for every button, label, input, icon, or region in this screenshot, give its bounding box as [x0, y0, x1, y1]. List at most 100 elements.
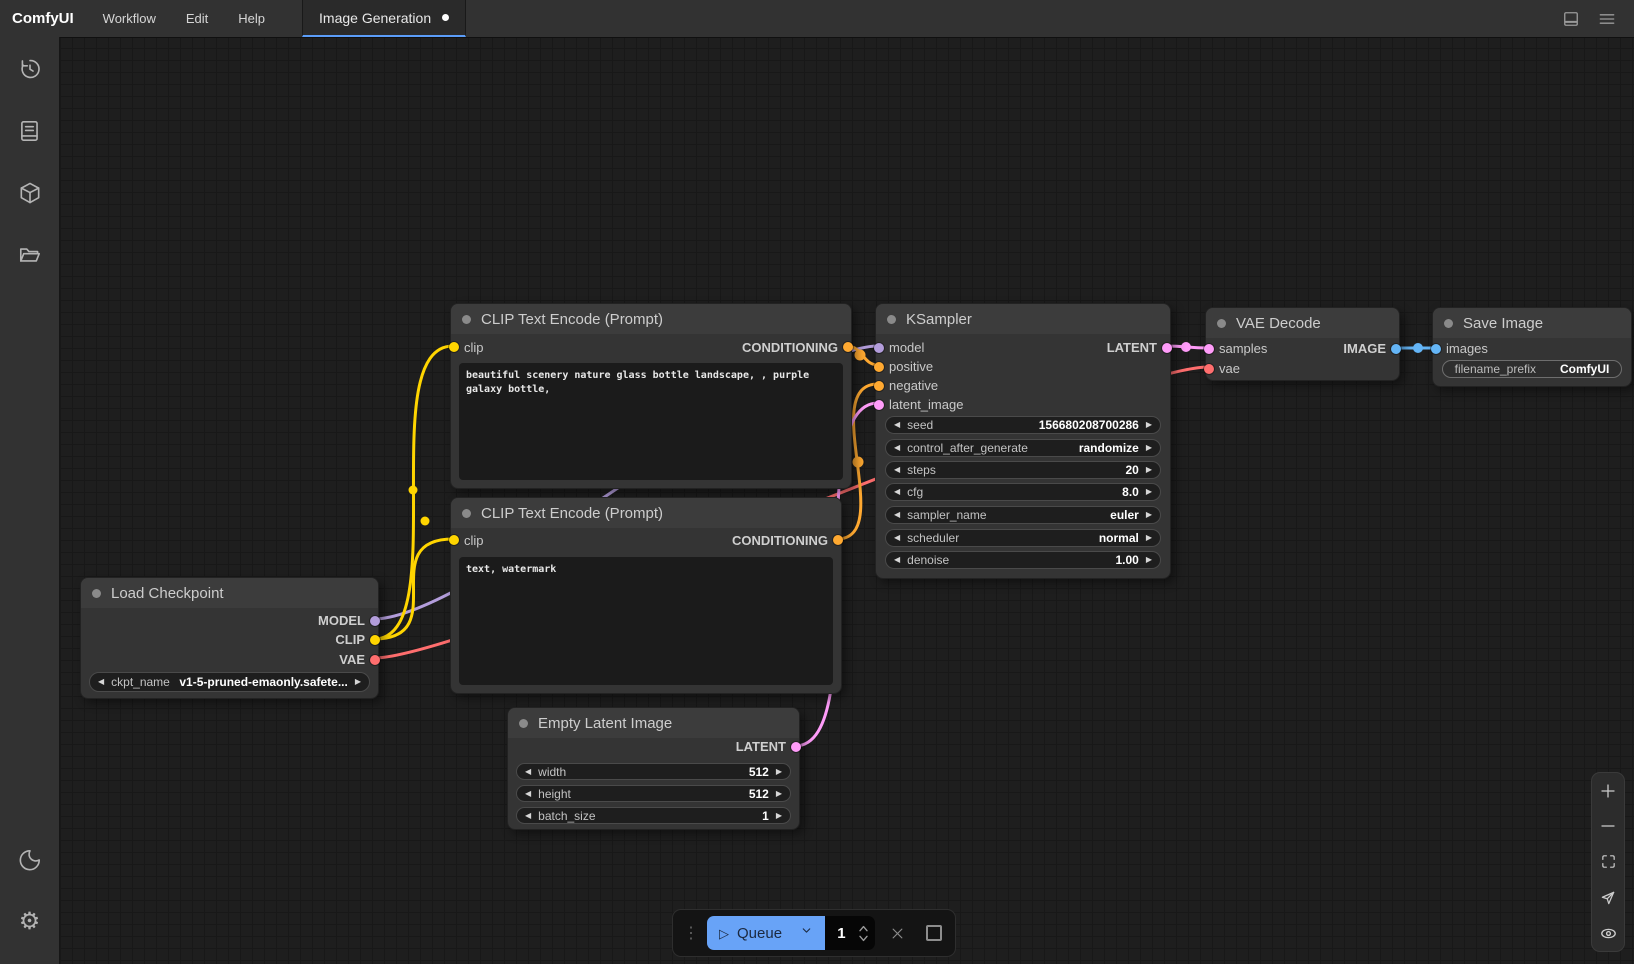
increment-arrow-icon[interactable]: ▶: [1146, 488, 1152, 496]
widget-control-after-generate[interactable]: ◀ control_after_generate randomize ▶: [885, 439, 1161, 457]
output-port-clip[interactable]: [370, 635, 380, 645]
node-ksampler[interactable]: KSampler model LATENT positive negative …: [875, 303, 1171, 579]
node-library-icon[interactable]: [10, 111, 50, 151]
output-port-conditioning[interactable]: [843, 342, 853, 352]
node-clip-text-encode-positive[interactable]: CLIP Text Encode (Prompt) clip CONDITION…: [450, 303, 852, 489]
widget-cfg[interactable]: ◀ cfg 8.0 ▶: [885, 483, 1161, 501]
stepper-up-icon: [858, 925, 869, 932]
decrement-arrow-icon[interactable]: ◀: [894, 444, 900, 452]
node-header[interactable]: CLIP Text Encode (Prompt): [451, 498, 841, 528]
theme-toggle-moon-icon[interactable]: [10, 840, 50, 880]
increment-arrow-icon[interactable]: ▶: [355, 678, 361, 686]
node-clip-text-encode-negative[interactable]: CLIP Text Encode (Prompt) clip CONDITION…: [450, 497, 842, 694]
input-port-model[interactable]: [874, 343, 884, 353]
node-load-checkpoint[interactable]: Load Checkpoint MODEL CLIP VAE ◀ ckpt_na…: [80, 577, 379, 699]
node-vae-decode[interactable]: VAE Decode samples IMAGE vae: [1205, 307, 1400, 381]
increment-arrow-icon[interactable]: ▶: [1146, 421, 1152, 429]
increment-arrow-icon[interactable]: ▶: [1146, 466, 1152, 474]
node-header[interactable]: VAE Decode: [1206, 308, 1399, 338]
zoom-out-button[interactable]: [1596, 814, 1620, 838]
link-midpoint-dot[interactable]: [421, 517, 430, 526]
menubar: ComfyUI Workflow Edit Help Image Generat…: [0, 0, 1634, 38]
input-port-images[interactable]: [1431, 344, 1441, 354]
drag-handle-icon[interactable]: ⋮: [683, 923, 699, 943]
menu-help[interactable]: Help: [223, 0, 280, 37]
widget-sampler-name[interactable]: ◀ sampler_name euler ▶: [885, 506, 1161, 524]
widget-batch-size[interactable]: ◀ batch_size 1 ▶: [516, 807, 791, 824]
menu-workflow[interactable]: Workflow: [88, 0, 171, 37]
comfyui-logo[interactable]: ComfyUI: [0, 0, 88, 37]
link-midpoint-dot[interactable]: [853, 457, 864, 468]
widget-steps[interactable]: ◀ steps 20 ▶: [885, 461, 1161, 479]
link-midpoint-dot[interactable]: [855, 350, 866, 361]
output-port-latent[interactable]: [1162, 343, 1172, 353]
input-port-negative[interactable]: [874, 381, 884, 391]
node-header[interactable]: Empty Latent Image: [508, 708, 799, 738]
increment-arrow-icon[interactable]: ▶: [1146, 444, 1152, 452]
clear-queue-x-icon[interactable]: [887, 921, 909, 945]
decrement-arrow-icon[interactable]: ◀: [525, 790, 531, 798]
widget-denoise[interactable]: ◀ denoise 1.00 ▶: [885, 551, 1161, 569]
output-port-latent[interactable]: [791, 742, 801, 752]
widget-scheduler[interactable]: ◀ scheduler normal ▶: [885, 529, 1161, 547]
model-library-icon[interactable]: [10, 173, 50, 213]
stop-button[interactable]: [923, 921, 945, 945]
fit-view-button[interactable]: [1596, 850, 1620, 874]
node-header[interactable]: KSampler: [876, 304, 1170, 334]
node-header[interactable]: Load Checkpoint: [81, 578, 378, 608]
output-port-conditioning[interactable]: [833, 535, 843, 545]
output-port-model[interactable]: [370, 616, 380, 626]
prompt-textarea[interactable]: text, watermark: [459, 557, 833, 685]
increment-arrow-icon[interactable]: ▶: [776, 790, 782, 798]
node-save-image[interactable]: Save Image images filename_prefix ComfyU…: [1432, 307, 1632, 387]
queue-history-icon[interactable]: [10, 49, 50, 89]
toggle-link-visibility-eye-button[interactable]: [1596, 921, 1620, 945]
decrement-arrow-icon[interactable]: ◀: [894, 421, 900, 429]
node-header[interactable]: CLIP Text Encode (Prompt): [451, 304, 851, 334]
prompt-textarea[interactable]: beautiful scenery nature glass bottle la…: [459, 363, 843, 480]
input-port-clip[interactable]: [449, 342, 459, 352]
queue-options-chevron-icon[interactable]: [800, 924, 813, 942]
widget-ckpt-name[interactable]: ◀ ckpt_name v1-5-pruned-emaonly.safete..…: [89, 672, 370, 692]
decrement-arrow-icon[interactable]: ◀: [894, 511, 900, 519]
output-port-image[interactable]: [1391, 344, 1401, 354]
link-midpoint-dot[interactable]: [1181, 342, 1191, 352]
batch-count-input[interactable]: 1: [825, 916, 874, 950]
widget-width[interactable]: ◀ width 512 ▶: [516, 763, 791, 780]
output-port-vae[interactable]: [370, 655, 380, 665]
increment-arrow-icon[interactable]: ▶: [1146, 534, 1152, 542]
select-mode-arrow-button[interactable]: [1596, 886, 1620, 910]
increment-arrow-icon[interactable]: ▶: [1146, 556, 1152, 564]
workflows-folder-icon[interactable]: [10, 235, 50, 275]
input-port-latent-image[interactable]: [874, 400, 884, 410]
link-midpoint-dot[interactable]: [409, 486, 418, 495]
increment-arrow-icon[interactable]: ▶: [776, 768, 782, 776]
decrement-arrow-icon[interactable]: ◀: [894, 556, 900, 564]
increment-arrow-icon[interactable]: ▶: [1146, 511, 1152, 519]
input-port-vae[interactable]: [1204, 364, 1214, 374]
batch-count-steppers[interactable]: [858, 925, 869, 942]
decrement-arrow-icon[interactable]: ◀: [894, 488, 900, 496]
increment-arrow-icon[interactable]: ▶: [776, 812, 782, 820]
zoom-in-button[interactable]: [1596, 779, 1620, 803]
widget-seed[interactable]: ◀ seed 156680208700286 ▶: [885, 416, 1161, 434]
input-port-samples[interactable]: [1204, 344, 1214, 354]
menu-edit[interactable]: Edit: [171, 0, 223, 37]
decrement-arrow-icon[interactable]: ◀: [525, 812, 531, 820]
input-port-positive[interactable]: [874, 362, 884, 372]
tab-image-generation[interactable]: Image Generation: [302, 0, 466, 37]
widget-height[interactable]: ◀ height 512 ▶: [516, 785, 791, 802]
node-empty-latent-image[interactable]: Empty Latent Image LATENT ◀ width 512 ▶ …: [507, 707, 800, 830]
link-midpoint-dot[interactable]: [1413, 343, 1423, 353]
bottom-panel-toggle-icon[interactable]: [1558, 6, 1584, 32]
queue-button[interactable]: ▷ Queue: [707, 916, 825, 950]
widget-filename-prefix[interactable]: filename_prefix ComfyUI: [1442, 360, 1622, 378]
decrement-arrow-icon[interactable]: ◀: [894, 466, 900, 474]
input-port-clip[interactable]: [449, 535, 459, 545]
decrement-arrow-icon[interactable]: ◀: [98, 678, 104, 686]
node-header[interactable]: Save Image: [1433, 308, 1631, 338]
settings-gear-icon[interactable]: ⚙: [10, 902, 50, 942]
decrement-arrow-icon[interactable]: ◀: [525, 768, 531, 776]
decrement-arrow-icon[interactable]: ◀: [894, 534, 900, 542]
hamburger-menu-icon[interactable]: [1594, 6, 1620, 32]
